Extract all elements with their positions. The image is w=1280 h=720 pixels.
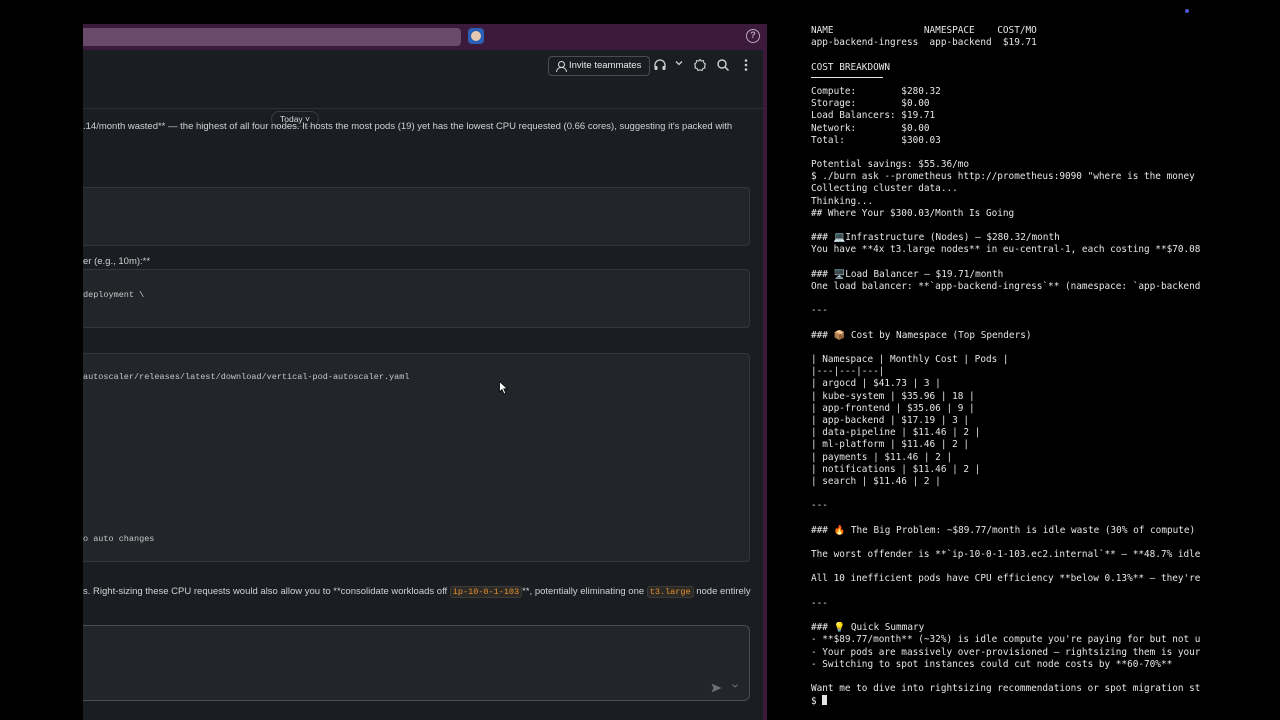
terminal-line: | kube-system | $35.96 | 18 |: [811, 390, 975, 402]
message-text-segment: s. Right-sizing these CPU requests would…: [83, 586, 450, 597]
terminal-line: | payments | $11.46 | 2 |: [811, 451, 953, 463]
terminal-line: | ml-platform | $11.46 | 2 |: [811, 439, 970, 451]
terminal-line: Storage: $0.00: [811, 98, 930, 110]
message-text-segment: node entirely: [693, 586, 751, 597]
terminal-line: app-backend-ingress app-backend $19.71: [811, 37, 1037, 49]
terminal-line: ### 💡 Quick Summary: [811, 622, 925, 634]
terminal-line: Collecting cluster data...: [811, 183, 958, 195]
message-text: s. Right-sizing these CPU requests would…: [83, 586, 751, 598]
more-options-icon[interactable]: [738, 58, 754, 74]
terminal-line: ---: [811, 597, 828, 609]
invite-teammates-button[interactable]: Invite teammates: [548, 56, 651, 76]
code-line: autoscaler/releases/latest/download/vert…: [83, 372, 410, 382]
terminal-line: | notifications | $11.46 | 2 |: [811, 463, 981, 475]
workspace-search-bar[interactable]: [83, 28, 461, 46]
status-dot: [1185, 9, 1189, 13]
message-text: er (e.g., 10m):**: [83, 256, 151, 267]
terminal-line: COST BREAKDOWN: [811, 61, 891, 73]
terminal-line: - **$89.77/month** (~32%) is idle comput…: [811, 634, 1201, 646]
message-text-segment: **, potentially eliminating one: [522, 586, 647, 597]
terminal-line: ### 🔥 The Big Problem: ~$89.77/month is …: [811, 524, 1196, 536]
terminal-line: Load Balancers: $19.71: [811, 110, 936, 122]
terminal-line: You have **4x t3.large nodes** in eu-cen…: [811, 244, 1201, 256]
message-composer[interactable]: [83, 625, 750, 701]
code-block: deployment \: [83, 269, 750, 328]
terminal-line: Thinking...: [811, 195, 874, 207]
terminal-prompt-line[interactable]: $: [811, 695, 1201, 707]
code-block: autoscaler/releases/latest/download/vert…: [83, 353, 750, 562]
terminal-line: Compute: $280.32: [811, 85, 941, 97]
terminal-line: ### 📦 Cost by Namespace (Top Spenders): [811, 329, 1032, 341]
terminal-line: ---: [811, 305, 828, 317]
terminal-line: | Namespace | Monthly Cost | Pods |: [811, 354, 1009, 366]
terminal-line: All 10 inefficient pods have CPU efficie…: [811, 573, 1201, 585]
terminal-line: ---: [811, 500, 828, 512]
terminal-line: Want me to dive into rightsizing recomme…: [811, 683, 1201, 695]
search-icon[interactable]: [715, 58, 731, 74]
terminal-prompt: $: [811, 696, 823, 708]
terminal-line: | argocd | $41.73 | 3 |: [811, 378, 941, 390]
terminal-line: Total: $300.03: [811, 134, 941, 146]
window-edge: [763, 50, 767, 720]
person-icon: [556, 61, 567, 72]
terminal-line: ### 🖥️Load Balancer — $19.71/month: [811, 268, 1004, 280]
code-line: deployment \: [83, 290, 145, 300]
chevron-down-icon[interactable]: [731, 682, 739, 692]
code-block: [83, 187, 750, 246]
code-line: o auto changes: [83, 534, 155, 544]
terminal-line: ## Where Your $300.03/Month Is Going: [811, 207, 1015, 219]
inline-code: t3.large: [646, 586, 694, 598]
terminal-line: |---|---|---|: [811, 366, 885, 378]
invite-teammates-label: Invite teammates: [569, 60, 642, 71]
message-text: .14/month wasted** — the highest of all …: [83, 121, 733, 132]
title-bar: ?: [83, 24, 767, 50]
chat-window: ? Invite teammates Today ˅ .14/month was…: [83, 24, 767, 720]
terminal-line: | data-pipeline | $11.46 | 2 |: [811, 427, 981, 439]
headphones-icon[interactable]: [652, 58, 668, 74]
help-icon[interactable]: ?: [746, 29, 760, 43]
terminal-cursor: [822, 695, 828, 706]
terminal-line: | app-frontend | $35.06 | 9 |: [811, 402, 975, 414]
date-divider-line: [83, 108, 763, 109]
terminal-line: ### 💻Infrastructure (Nodes) — $280.32/mo…: [811, 232, 1060, 244]
terminal-line: The worst offender is **`ip-10-0-1-103.e…: [811, 549, 1201, 561]
mouse-pointer-icon: [499, 381, 509, 395]
terminal-line: One load balancer: **`app-backend-ingres…: [811, 280, 1201, 292]
terminal-line: NAME NAMESPACE COST/MO: [811, 25, 1037, 36]
terminal-line: - Switching to spot instances could cut …: [811, 658, 1173, 670]
terminal-line: Network: $0.00: [811, 122, 930, 134]
terminal-line: | search | $11.46 | 2 |: [811, 475, 941, 487]
terminal-line: Potential savings: $55.36/mo: [811, 159, 970, 171]
terminal-line: $ ./burn ask --prometheus http://prometh…: [811, 171, 1201, 183]
terminal-output[interactable]: NAME NAMESPACE COST/MO app-backend-ingres…: [811, 25, 1201, 715]
user-avatar[interactable]: [468, 28, 484, 44]
chevron-down-icon[interactable]: [671, 58, 687, 74]
terminal-line: - Your pods are massively over-provision…: [811, 646, 1201, 658]
inline-code: ip-10-0-1-103: [449, 586, 523, 598]
huddle-settings-icon[interactable]: [692, 58, 708, 74]
send-icon[interactable]: [711, 683, 723, 693]
terminal-line: | app-backend | $17.19 | 3 |: [811, 415, 970, 426]
